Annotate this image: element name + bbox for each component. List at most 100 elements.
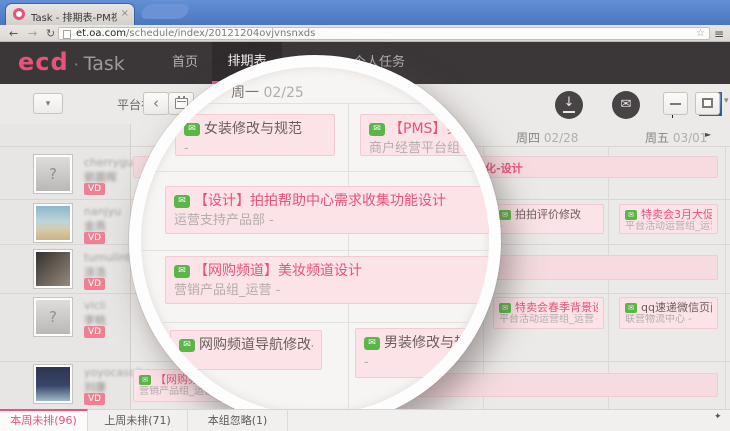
date-label: 02/25 [263, 85, 303, 101]
date-label: 03/01 [673, 131, 708, 145]
username: cherryguo [84, 156, 140, 169]
task-card[interactable]: ✉ 特卖会3月大促预告页... 平台活动运营组_运营 - l... [619, 204, 718, 234]
column-header-friday: 周五 03/01 [645, 129, 707, 146]
sidebar-user-row[interactable]: ? vicli 李桃 VD [0, 298, 130, 344]
avatar: ? [34, 155, 72, 193]
bookmark-star-icon[interactable]: ☆ [696, 28, 705, 40]
tab-this-week-unscheduled[interactable]: 本周未排(96) [0, 409, 88, 431]
page-icon [63, 30, 71, 39]
weekday-label: 周五 [645, 131, 669, 145]
bottom-tabbar: 本周未排(96) 上周未排(71) 本组忽略(1) [0, 409, 730, 431]
new-tab-button[interactable] [139, 4, 191, 19]
role-badge: VD [84, 393, 105, 405]
browser-menu-icon[interactable]: ≡ [714, 27, 724, 41]
task-mail-icon: ✉ [499, 210, 511, 220]
role-badge: VD [84, 232, 105, 244]
task-title: 特卖会3月大促预告页... [641, 208, 712, 221]
caret-down-icon[interactable]: ▾ [724, 96, 729, 106]
task-mail-icon: ✉ [625, 210, 637, 220]
task-card[interactable]: ✉ 特卖会春季背景设计 平台活动运营组_运营 - l... [493, 297, 604, 329]
task-mail-icon: ✉ [364, 337, 380, 350]
task-subtitle: 平台活动运营组_运营 - l... [625, 221, 712, 233]
task-title: 拍拍评价修改 [515, 208, 581, 221]
task-subtitle: - [184, 141, 326, 156]
logo-dot: · [74, 55, 79, 74]
task-band-text: 化-设计 [485, 160, 523, 176]
browser-tab[interactable]: Task - 排期表-PM视图 × [5, 3, 135, 25]
url-domain: et.oa.com [76, 28, 126, 39]
task-subtitle: 商户经营平台组 - [369, 141, 480, 156]
reload-icon[interactable]: ↻ [46, 26, 55, 41]
browser-tab-title: Task - 排期表-PM视图 [31, 9, 117, 24]
tab-group-ignored[interactable]: 本组忽略(1) [188, 410, 288, 431]
app-logo: ecd · Task [18, 42, 125, 84]
magnified-column-header: 周一 02/25 [231, 82, 304, 102]
avatar [34, 204, 72, 242]
role-badge: VD [84, 326, 105, 338]
task-card[interactable]: ✉【设计】拍拍帮助中心需求收集功能设计 运营支持产品部 - [165, 186, 489, 234]
collapse-view-button[interactable] [663, 92, 688, 115]
task-card[interactable]: ✉拍拍评价修改 - [493, 204, 604, 234]
forward-icon[interactable]: → [28, 26, 37, 41]
scroll-right-icon[interactable]: ► [705, 130, 711, 139]
avatar [34, 250, 72, 288]
task-mail-icon: ✉ [174, 195, 190, 208]
task-card[interactable]: ✉男装修改与规... - [355, 328, 489, 378]
task-subtitle: 联营物流中心 - [625, 314, 712, 326]
mail-icon[interactable]: ✉ [612, 91, 640, 119]
logo-product: Task [84, 53, 125, 75]
scroll-handle-icon[interactable]: ✦ [714, 412, 722, 422]
url-path: /schedule/index/20121204ovjvnsnxds [126, 28, 315, 39]
caret-down-icon: ▾ [46, 99, 51, 109]
sidebar-user-row[interactable]: tumulintu 涂浩 VD [0, 250, 130, 296]
task-title: 网购频道导航修改与... [199, 337, 313, 354]
screen: Task - 排期表-PM视图 × ← → ↻ et.oa.com/schedu… [0, 0, 730, 431]
task-mail-icon: ✉ [139, 375, 151, 385]
mail-glyph: ✉ [621, 97, 632, 112]
nav-item-home[interactable]: 首页 [158, 42, 212, 84]
task-mail-icon: ✉ [499, 303, 511, 313]
grid-line [141, 322, 489, 323]
task-card[interactable]: ✉ 网购频道导航修改与... [170, 330, 322, 370]
group-dropdown-button[interactable]: ▾ [33, 93, 63, 114]
avatar [34, 365, 72, 403]
task-mail-icon: ✉ [174, 265, 190, 278]
task-card[interactable]: ✉【网购频道】美妆频道设计 营销产品组_运营 - [165, 256, 489, 304]
placeholder-person-icon: ? [49, 165, 57, 183]
logo-mark: ecd [18, 48, 69, 76]
magnifier-overlay: 周一 02/25 ✉女装修改与规范 - ✉【PMS】实时 商户经营平台组 - ✉… [129, 55, 501, 427]
username: nanjyu [84, 205, 121, 218]
back-icon[interactable]: ← [9, 26, 18, 41]
browser-toolbar: ← → ↻ et.oa.com/schedule/index/20121204o… [0, 25, 730, 42]
task-subtitle: 平台活动运营组_运营 - l... [499, 314, 598, 326]
weekday-label: 周一 [231, 85, 259, 101]
tab-close-icon[interactable]: × [121, 8, 129, 19]
task-title: qq速递微信页面优化 [641, 301, 712, 314]
url-text: et.oa.com/schedule/index/20121204ovjvnsn… [76, 28, 315, 40]
tab-last-week-unscheduled[interactable]: 上周未排(71) [88, 410, 188, 431]
app-favicon-icon [13, 8, 25, 20]
task-subtitle: 营销产品组_运营 - [174, 283, 480, 299]
download-icon[interactable]: ↓ [555, 91, 583, 119]
address-bar[interactable]: et.oa.com/schedule/index/20121204ovjvnsn… [58, 27, 710, 40]
task-mail-icon: ✉ [369, 123, 385, 136]
grid-line [141, 171, 489, 172]
expand-view-button[interactable] [695, 92, 720, 115]
task-card[interactable]: ✉qq速递微信页面优化 联营物流中心 - [619, 297, 718, 329]
maximize-icon [702, 98, 713, 108]
date-label: 02/28 [544, 131, 579, 145]
task-card[interactable]: ✉女装修改与规范 - [175, 114, 335, 156]
task-title: 女装修改与规范 [204, 121, 302, 138]
task-mail-icon: ✉ [179, 339, 195, 352]
task-title: 【设计】拍拍帮助中心需求收集功能设计 [194, 193, 446, 210]
sidebar-user-row[interactable]: nanjyu 金燕 VD [0, 204, 130, 250]
sidebar-user-row[interactable]: ? cherryguo 郭晨晖 VD [0, 155, 130, 201]
task-card[interactable]: ✉【PMS】实时 商户经营平台组 - [360, 114, 489, 156]
sidebar-user-row[interactable]: yoyocasollu 刘康 VD [0, 365, 130, 411]
avatar: ? [34, 298, 72, 336]
minus-icon [670, 103, 681, 105]
role-badge: VD [84, 278, 105, 290]
task-title: 特卖会春季背景设计 [515, 301, 598, 314]
placeholder-person-icon: ? [49, 308, 57, 326]
grid-line [149, 103, 481, 104]
